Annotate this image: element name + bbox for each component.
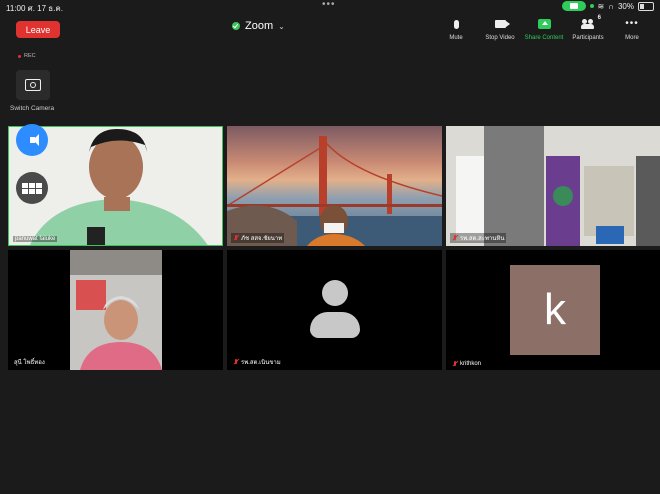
share-content-button[interactable]: Share Content xyxy=(522,17,566,41)
participant-name-tag: รพ.สต.สะพานหิน xyxy=(450,233,507,243)
default-avatar-icon xyxy=(310,280,360,340)
participant-video-4 xyxy=(8,250,223,370)
participant-name-2: ภัช สสจ.ชัยนาท xyxy=(241,236,283,242)
participant-name-tag: krithkon xyxy=(450,361,484,367)
participant-name-3: รพ.สต.สะพานหิน xyxy=(460,236,505,242)
participant-name-5: รพ.สต.เนินขาม xyxy=(241,360,281,366)
headphones-icon: ∩ xyxy=(608,1,614,11)
participant-name-1: panuwat faluke xyxy=(15,236,56,242)
participant-video-2 xyxy=(227,136,442,246)
participant-name-tag: รพ.สต.เนินขาม xyxy=(231,357,283,367)
avatar-letter: k xyxy=(544,285,566,334)
video-tile-2[interactable]: ภัช สสจ.ชัยนาท xyxy=(227,126,442,246)
participant-name-4: สุนี โพธิ์ทอง xyxy=(14,360,45,366)
muted-mic-icon xyxy=(452,235,458,241)
participant-name-tag: สุนี โพธิ์ทอง xyxy=(12,357,47,367)
stop-video-button[interactable]: Stop Video xyxy=(478,17,522,41)
video-camera-icon xyxy=(494,20,510,28)
muted-mic-icon xyxy=(233,235,239,241)
call-indicator-icon[interactable] xyxy=(561,1,586,11)
mute-label: Mute xyxy=(449,35,463,41)
speaker-icon xyxy=(29,134,39,146)
switch-camera-button[interactable] xyxy=(16,70,50,100)
multitask-dots-icon[interactable]: ••• xyxy=(322,0,336,10)
participant-video-3 xyxy=(446,126,660,246)
participants-count: 6 xyxy=(597,15,601,21)
more-button[interactable]: ••• More xyxy=(610,17,654,42)
stop-video-label: Stop Video xyxy=(485,35,515,41)
share-screen-icon xyxy=(537,19,551,29)
recording-dot-icon xyxy=(18,54,21,58)
switch-camera-label: Switch Camera xyxy=(10,105,55,112)
status-right: ≋ ∩ 30% xyxy=(561,1,654,11)
battery-icon xyxy=(638,1,654,11)
muted-mic-icon xyxy=(452,361,458,367)
participant-name-tag: ภัช สสจ.ชัยนาท xyxy=(231,233,285,243)
status-bar: 11:00 ศ. 17 ธ.ค. ••• ≋ ∩ 30% xyxy=(0,0,660,14)
video-tile-5[interactable]: รพ.สต.เนินขาม xyxy=(227,250,442,370)
status-time: 11:00 ศ. 17 ธ.ค. xyxy=(6,4,63,13)
speaker-view-button[interactable] xyxy=(16,124,48,156)
rec-label: REC xyxy=(24,53,36,59)
meeting-title[interactable]: Zoom ⌄ xyxy=(232,20,285,32)
share-content-label: Share Content xyxy=(524,35,564,41)
participants-label: Participants xyxy=(572,35,604,41)
encryption-shield-icon xyxy=(232,22,240,30)
participants-icon: 6 xyxy=(581,15,601,29)
participant-name-6: krithkon xyxy=(460,361,482,367)
more-dots-icon: ••• xyxy=(625,18,639,29)
empty-bottom-area xyxy=(0,372,660,494)
meeting-toolbar: Mute Stop Video Share Content 6 Particip… xyxy=(434,15,654,42)
gallery-grid-icon xyxy=(22,182,42,194)
video-tile-6[interactable]: k krithkon xyxy=(446,250,660,370)
mute-button[interactable]: Mute xyxy=(434,17,478,41)
letter-avatar: k xyxy=(510,265,600,355)
recording-indicator: REC xyxy=(18,53,36,59)
participant-name-tag: panuwat faluke xyxy=(13,236,58,242)
muted-mic-icon xyxy=(233,359,239,365)
mic-active-dot-icon xyxy=(589,4,594,8)
switch-camera-icon xyxy=(25,79,41,91)
video-tile-3[interactable]: รพ.สต.สะพานหิน xyxy=(446,126,660,246)
video-tile-4[interactable]: สุนี โพธิ์ทอง xyxy=(8,250,223,370)
more-label: More xyxy=(625,35,639,41)
chevron-down-icon: ⌄ xyxy=(278,21,285,31)
meeting-title-label: Zoom xyxy=(245,20,274,32)
gallery-view-button[interactable] xyxy=(16,172,48,204)
battery-percent: 30% xyxy=(617,1,634,11)
participants-button[interactable]: 6 Participants xyxy=(566,15,610,41)
microphone-icon xyxy=(453,19,459,29)
leave-button[interactable]: Leave xyxy=(16,21,60,38)
wifi-icon: ≋ xyxy=(597,1,605,11)
